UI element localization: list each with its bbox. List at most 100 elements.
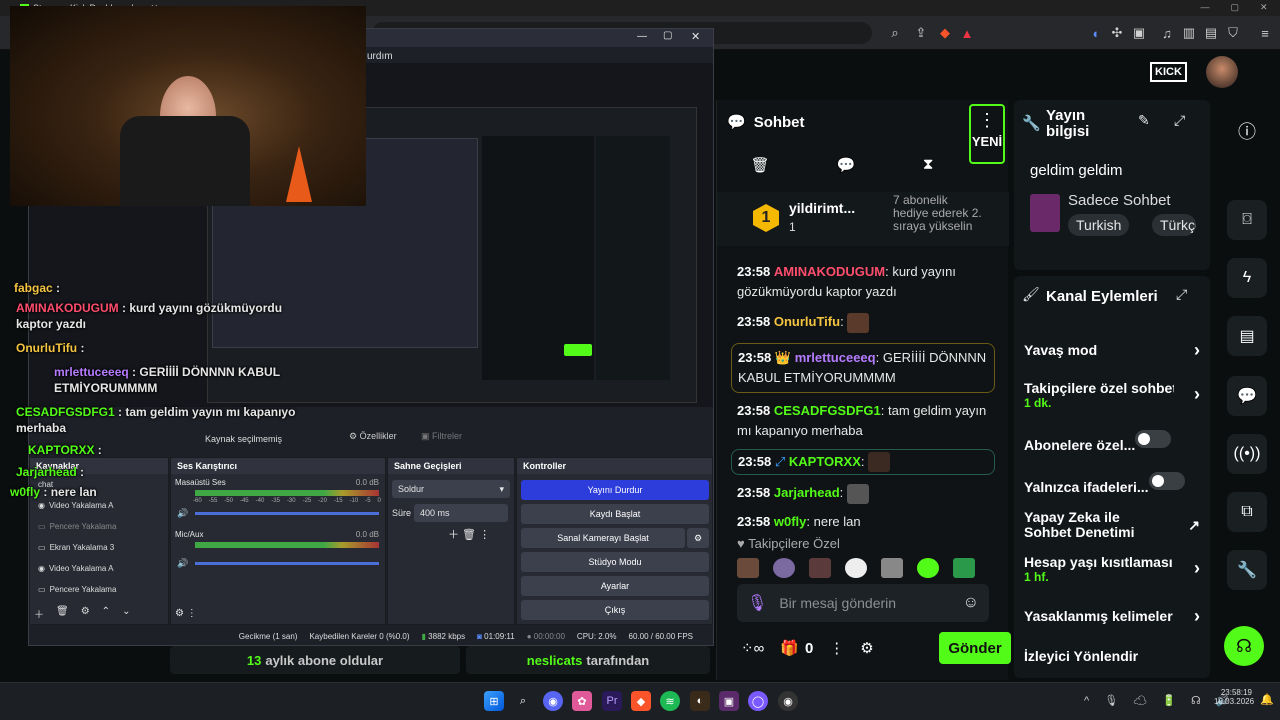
toggle[interactable] bbox=[1148, 472, 1185, 490]
action-emotes-only[interactable]: Yalnızca ifadeleri... bbox=[1024, 472, 1200, 495]
toggle[interactable] bbox=[1135, 430, 1172, 448]
emote-icon[interactable] bbox=[809, 558, 831, 578]
action-raid[interactable]: İzleyici Yönlendir bbox=[1024, 648, 1200, 664]
virtualcam-settings-icon[interactable]: ⚙ bbox=[687, 528, 709, 548]
microphone-icon[interactable]: 🎙 bbox=[747, 593, 767, 613]
trash-icon[interactable]: 🗑 bbox=[56, 606, 69, 621]
source-item[interactable]: ◉ Video Yakalama A bbox=[30, 558, 168, 579]
avatar[interactable] bbox=[1206, 56, 1238, 88]
transition-select[interactable]: Soldur ▾ bbox=[392, 480, 510, 498]
photos-icon[interactable]: ✿ bbox=[572, 691, 592, 711]
up-icon[interactable]: ⌃ bbox=[102, 606, 110, 621]
duration-input[interactable]: 400 ms bbox=[414, 504, 508, 522]
action-subscribers-only[interactable]: Abonelere özel... bbox=[1024, 430, 1200, 453]
hourglass-icon[interactable]: ⧗ bbox=[923, 156, 934, 180]
speaker-icon[interactable]: 🔊 bbox=[177, 508, 188, 519]
maximize-icon[interactable]: ▢ bbox=[1230, 2, 1239, 14]
popout-icon[interactable]: ⤢ bbox=[1174, 112, 1185, 129]
close-window-icon[interactable]: ✕ bbox=[1260, 2, 1268, 14]
emote-icon[interactable] bbox=[737, 558, 759, 578]
gear-icon[interactable]: ⚙ bbox=[81, 606, 90, 621]
zoom-icon[interactable]: ⌕ bbox=[884, 22, 906, 44]
start-recording-button[interactable]: Kaydı Başlat bbox=[521, 504, 709, 524]
start-icon[interactable]: ⊞ bbox=[484, 691, 504, 711]
brave-icon[interactable]: ◆ bbox=[631, 691, 651, 711]
puzzle-icon[interactable]: ✣ bbox=[1106, 22, 1128, 44]
source-item[interactable]: ▭ Pencere Yakalama bbox=[30, 579, 168, 600]
broadcast-icon[interactable]: ((•)) bbox=[1227, 434, 1267, 474]
leader-name[interactable]: yildirimt... bbox=[789, 200, 855, 216]
action-slow-mode[interactable]: Yavaş mod › bbox=[1024, 340, 1200, 360]
add-icon[interactable]: ＋ bbox=[34, 606, 44, 621]
tool-icon[interactable]: 🔧 bbox=[1227, 550, 1267, 590]
exit-button[interactable]: Çıkış bbox=[521, 600, 709, 620]
vpn-icon[interactable]: ⛉ bbox=[1222, 22, 1244, 44]
start-virtualcam-button[interactable]: Sanal Kamerayı Başlat bbox=[521, 528, 685, 548]
screen-icon[interactable]: ⧉ bbox=[1227, 492, 1267, 532]
brave-shield-icon[interactable]: ◆ bbox=[934, 22, 956, 44]
emote-icon[interactable] bbox=[845, 558, 867, 578]
gift-icon[interactable]: 🎁 bbox=[780, 639, 799, 657]
mixer-settings-icon[interactable]: ⚙ ⋮ bbox=[175, 608, 197, 619]
emote-icon[interactable] bbox=[953, 558, 975, 578]
action-account-age[interactable]: Hesap yaşı kısıtlaması 1 hf. › bbox=[1024, 554, 1200, 584]
clock[interactable]: 23:58:19 10.03.2026 bbox=[1214, 688, 1254, 706]
discord-icon[interactable]: ◉ bbox=[543, 691, 563, 711]
action-banned-words[interactable]: Yasaklanmış kelimeler › bbox=[1024, 606, 1200, 626]
obs-icon[interactable]: ◉ bbox=[778, 691, 798, 711]
notes-icon[interactable]: ▤ bbox=[1227, 316, 1267, 356]
filters-button[interactable]: ▣ Filtreler bbox=[421, 431, 462, 442]
obs-maximize-icon[interactable]: ▢ bbox=[663, 30, 672, 41]
music-icon[interactable]: ♫ bbox=[1156, 22, 1178, 44]
stop-stream-button[interactable]: Yayını Durdur bbox=[521, 480, 709, 500]
info-icon[interactable]: ⓘ bbox=[1238, 118, 1256, 144]
minimize-icon[interactable]: — bbox=[1200, 2, 1209, 14]
sidebar-icon[interactable]: ▥ bbox=[1178, 22, 1200, 44]
edit-icon[interactable]: ✎ bbox=[1138, 112, 1150, 129]
camera-icon[interactable]: ⌼ bbox=[1227, 200, 1267, 240]
obs-minimize-icon[interactable]: — bbox=[637, 31, 647, 42]
transition-tools[interactable]: ＋ 🗑 ⋮ bbox=[448, 526, 490, 542]
search-icon[interactable]: ⌕ bbox=[513, 691, 533, 711]
source-item[interactable]: ▭ Pencere Yakalama bbox=[30, 516, 168, 537]
volume-slider[interactable] bbox=[195, 512, 379, 515]
tag[interactable]: Turkish bbox=[1068, 214, 1130, 236]
action-followers-only[interactable]: Takipçilere özel sohbet 1 dk. › bbox=[1024, 380, 1200, 410]
app3-icon[interactable]: ◯ bbox=[748, 691, 768, 711]
app2-icon[interactable]: ▣ bbox=[719, 691, 739, 711]
wallet-icon[interactable]: ▤ bbox=[1200, 22, 1222, 44]
notification-icon[interactable]: 🔔 bbox=[1260, 693, 1274, 706]
chat-more-button[interactable]: ⋮ YENİ bbox=[969, 104, 1005, 164]
volume-slider[interactable] bbox=[195, 562, 379, 565]
emote-bar[interactable] bbox=[737, 558, 997, 580]
speaker-icon[interactable]: 🔊 bbox=[177, 558, 188, 569]
popout-icon[interactable]: ⤢ bbox=[1176, 286, 1187, 303]
tray-icons[interactable]: ^ 🎙 ☁ 🔋 ☊ 🔊 bbox=[1084, 694, 1236, 707]
chat-icon[interactable]: 💬 bbox=[837, 156, 856, 180]
spotify-icon[interactable]: ≋ bbox=[660, 691, 680, 711]
infinity-icon[interactable]: ⁘∞ bbox=[741, 639, 764, 657]
more-options-icon[interactable]: ⋮ bbox=[829, 639, 844, 657]
kick-logo[interactable]: KICK bbox=[1150, 62, 1187, 82]
down-icon[interactable]: ⌄ bbox=[122, 606, 130, 621]
extension-icon[interactable]: ◖ bbox=[1084, 22, 1106, 44]
emote-icon[interactable] bbox=[881, 558, 903, 578]
properties-button[interactable]: ⚙ Özellikler bbox=[349, 431, 397, 442]
send-button[interactable]: Gönder bbox=[939, 632, 1011, 664]
chat-bubble-icon[interactable]: 💬 bbox=[1227, 376, 1267, 416]
emote-icon[interactable] bbox=[773, 558, 795, 578]
window-icon[interactable]: ▣ bbox=[1128, 22, 1150, 44]
settings-button[interactable]: Ayarlar bbox=[521, 576, 709, 596]
app-icon[interactable]: ◐ bbox=[690, 691, 710, 711]
source-item[interactable]: ▭ Ekran Yakalama 3 bbox=[30, 537, 168, 558]
action-ai-moderation[interactable]: Yapay Zeka ile Sohbet Denetimi ↗ bbox=[1024, 510, 1200, 540]
category-name[interactable]: Sadece Sohbet bbox=[1068, 192, 1171, 209]
tag[interactable]: Türkçe bbox=[1152, 214, 1196, 236]
share-icon[interactable]: ⇪ bbox=[910, 22, 932, 44]
chat-input[interactable]: 🎙 Bir mesaj gönderin ☺ bbox=[737, 584, 989, 622]
trash-icon[interactable]: 🗑 bbox=[751, 156, 770, 180]
support-icon[interactable]: ☊ bbox=[1224, 626, 1264, 666]
obs-close-icon[interactable]: ✕ bbox=[691, 30, 700, 43]
brave-rewards-icon[interactable]: ▲ bbox=[956, 22, 978, 44]
settings-icon[interactable]: ⚙ bbox=[860, 639, 873, 657]
